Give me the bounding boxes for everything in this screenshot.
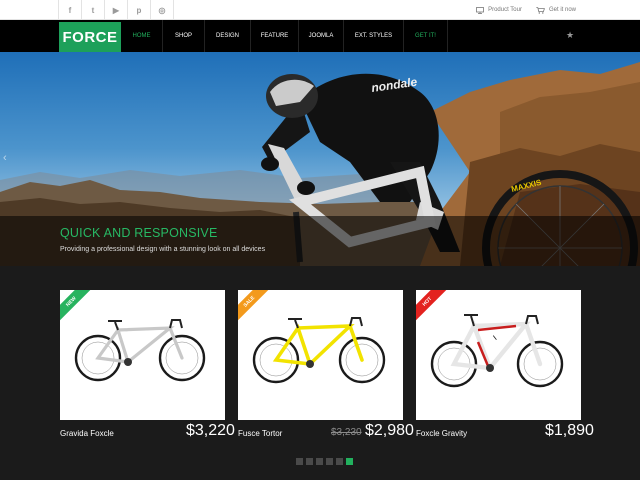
- nav-item-feature[interactable]: Feature: [251, 20, 299, 52]
- social-links: f t ▶ p ◎: [58, 0, 174, 20]
- product-name[interactable]: Gravida Foxcle: [60, 429, 114, 438]
- facebook-icon[interactable]: f: [59, 0, 82, 20]
- carousel-dot[interactable]: [296, 458, 303, 465]
- dribbble-icon[interactable]: ◎: [151, 0, 174, 20]
- product-card-foxcle-gravity[interactable]: / HOT: [416, 290, 581, 420]
- nav-item-home[interactable]: Home: [121, 20, 163, 52]
- products-section: NEW Gravida Foxcle $3,220 SALE Fusce Tor…: [0, 266, 640, 480]
- product-card-fusce-tortor[interactable]: SALE: [238, 290, 403, 420]
- carousel-dot[interactable]: [326, 458, 333, 465]
- get-it-now-label: Get it now: [548, 7, 576, 13]
- product-price: $2,980: [365, 422, 414, 439]
- hero-slider: nondale MAXXIS QUICK AND RESPONSIVE Prov…: [0, 52, 640, 266]
- bike-image: [252, 317, 386, 384]
- product-tour-label: Product Tour: [488, 7, 522, 13]
- nav-menu: Home Shop Design Feature Joomla Ext. Sty…: [121, 20, 448, 52]
- product-name[interactable]: Fusce Tortor: [238, 429, 282, 438]
- star-icon[interactable]: ★: [566, 30, 574, 41]
- carousel-dot[interactable]: [346, 458, 353, 465]
- bike-image: [74, 319, 206, 382]
- nav-item-get-it[interactable]: Get it!: [404, 20, 448, 52]
- caption-band: [0, 216, 640, 266]
- cart-icon: [536, 6, 545, 14]
- bike-frame: [272, 324, 364, 367]
- slider-prev-arrow[interactable]: ‹: [3, 152, 7, 164]
- nav-item-joomla[interactable]: Joomla: [299, 20, 344, 52]
- bike-image: /: [430, 314, 564, 388]
- site-logo[interactable]: FORCE: [59, 22, 121, 52]
- product-card-gravida-foxcle[interactable]: NEW: [60, 290, 225, 420]
- top-bar: f t ▶ p ◎ Product Tour Get it now: [0, 0, 640, 20]
- hero-title: QUICK AND RESPONSIVE: [60, 226, 218, 240]
- youtube-icon[interactable]: ▶: [105, 0, 128, 20]
- carousel-dot[interactable]: [336, 458, 343, 465]
- bike-frame: [95, 326, 184, 364]
- hero-subtitle: Providing a professional design with a s…: [60, 246, 266, 253]
- monitor-icon: [476, 6, 484, 14]
- nav-item-shop[interactable]: Shop: [163, 20, 205, 52]
- product-name[interactable]: Foxcle Gravity: [416, 429, 467, 438]
- main-nav: FORCE Home Shop Design Feature Joomla Ex…: [0, 20, 640, 52]
- pinterest-icon[interactable]: p: [128, 0, 151, 20]
- twitter-icon[interactable]: t: [82, 0, 105, 20]
- nav-item-design[interactable]: Design: [205, 20, 251, 52]
- product-price: $3,220: [186, 422, 235, 439]
- frame-logo: /: [492, 335, 499, 341]
- carousel-pagination: [296, 458, 353, 465]
- nav-item-ext-styles[interactable]: Ext. Styles: [344, 20, 404, 52]
- product-price: $1,890: [545, 422, 594, 439]
- get-it-now-link[interactable]: Get it now: [536, 6, 576, 14]
- carousel-dot[interactable]: [306, 458, 313, 465]
- product-old-price: $3,230: [331, 427, 362, 438]
- carousel-dot[interactable]: [316, 458, 323, 465]
- product-tour-link[interactable]: Product Tour: [476, 6, 522, 14]
